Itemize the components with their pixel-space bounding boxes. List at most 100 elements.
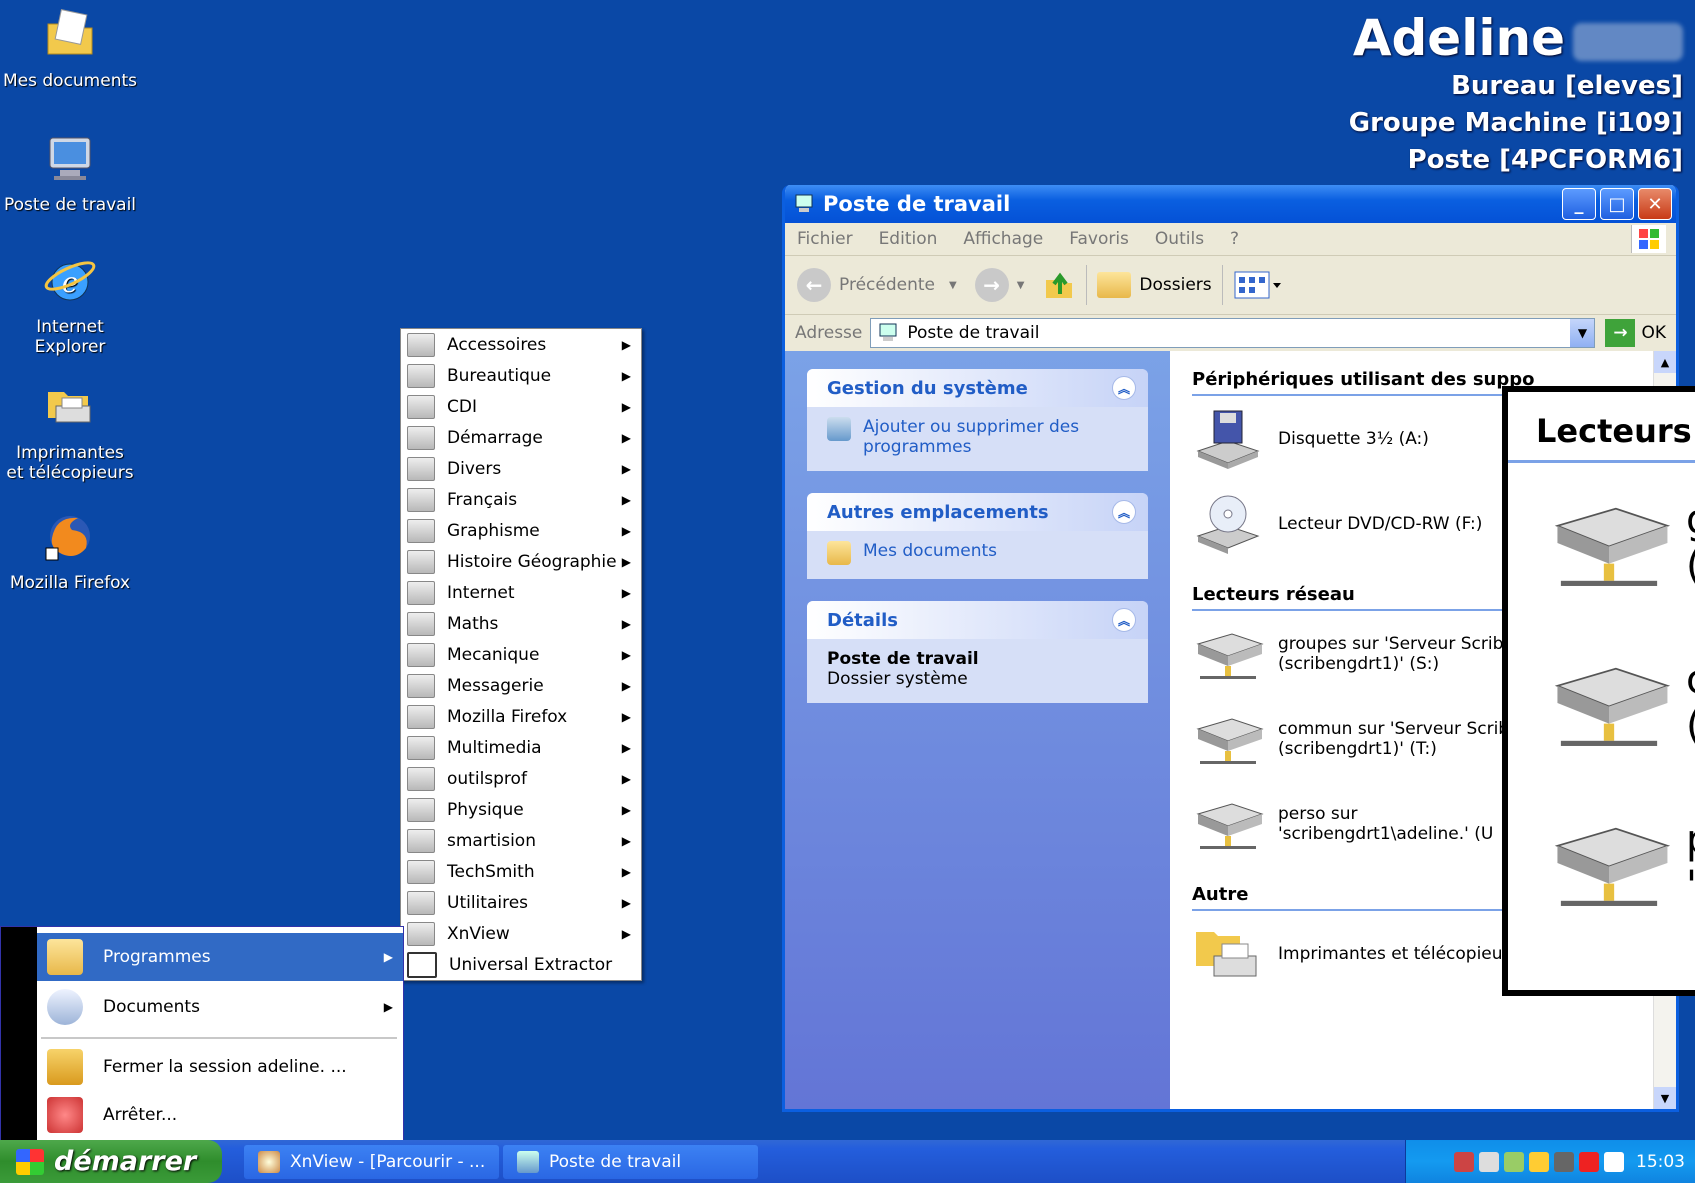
documents-folder-icon	[827, 541, 851, 565]
desktop-icon-mozilla-firefox[interactable]: Mozilla Firefox	[0, 508, 140, 593]
menu-item-divers[interactable]: Divers ▶	[401, 453, 641, 484]
back-arrow-icon[interactable]: ←	[797, 268, 831, 302]
address-input[interactable]: Poste de travail ▼	[870, 318, 1596, 348]
computer-icon	[49, 137, 91, 180]
menu-item-utilitaires[interactable]: Utilitaires ▶	[401, 887, 641, 918]
menu-outils[interactable]: Outils	[1155, 229, 1204, 249]
folders-button[interactable]: Dossiers	[1097, 272, 1212, 298]
start-menu-item-label: Programmes	[103, 947, 211, 967]
mes-documents-link[interactable]: Mes documents	[827, 541, 1128, 565]
start-menu-programs[interactable]: Programmes ▶	[37, 933, 403, 981]
start-menu-shutdown[interactable]: Arrêter...	[37, 1091, 403, 1139]
menu-item-outilsprof[interactable]: outilsprof ▶	[401, 763, 641, 794]
mail-tray-icon[interactable]	[1554, 1151, 1574, 1172]
menu-item-mozilla-firefox[interactable]: Mozilla Firefox ▶	[401, 701, 641, 732]
taskbar-task-xnview[interactable]: XnView - [Parcourir - ...	[244, 1144, 499, 1179]
menu-item-cdi[interactable]: CDI ▶	[401, 391, 641, 422]
network-drive-icon	[1554, 667, 1671, 746]
panel-header[interactable]: Détails ︽	[807, 601, 1148, 639]
app-tray-icon[interactable]	[1604, 1151, 1624, 1172]
submenu-arrow-icon: ▶	[621, 585, 631, 600]
antivirus-tray-icon[interactable]	[1579, 1151, 1599, 1172]
collapse-chevron-icon[interactable]: ︽	[1112, 608, 1136, 632]
start-menu-item-label: Fermer la session adeline. ...	[103, 1057, 347, 1077]
clock[interactable]: 15:03	[1636, 1152, 1685, 1172]
start-menu-documents[interactable]: Documents ▶	[37, 983, 403, 1031]
views-icon[interactable]	[1233, 269, 1283, 301]
details-type: Dossier système	[827, 669, 968, 689]
submenu-arrow-icon: ▶	[621, 554, 631, 569]
network-drive-icon	[1554, 507, 1671, 586]
add-remove-programs-link[interactable]: Ajouter ou supprimer des programmes	[827, 417, 1128, 457]
menu-fichier[interactable]: Fichier	[797, 229, 853, 249]
floppy-drive-icon	[1196, 410, 1260, 469]
address-dropdown-icon[interactable]: ▼	[1570, 319, 1595, 347]
menu-item-techsmith[interactable]: TechSmith ▶	[401, 856, 641, 887]
collapse-chevron-icon[interactable]: ︽	[1112, 376, 1136, 400]
menu-favoris[interactable]: Favoris	[1069, 229, 1129, 249]
scroll-down-icon[interactable]: ▼	[1654, 1087, 1676, 1109]
menu-item-graphisme[interactable]: Graphisme ▶	[401, 515, 641, 546]
menu-item-demarrage[interactable]: Démarrage ▶	[401, 422, 641, 453]
menu-help[interactable]: ?	[1230, 229, 1239, 249]
menu-item-universal-extractor[interactable]: Universal Extractor	[401, 949, 641, 980]
printers-label: Imprimantes et télécopieurs	[1278, 943, 1519, 964]
desktop-icon-poste-de-travail[interactable]: Poste de travail	[0, 130, 140, 215]
window-title: Poste de travail	[823, 192, 1011, 216]
close-button[interactable]: ✕	[1638, 188, 1672, 220]
volume-tray-icon[interactable]	[1479, 1151, 1499, 1172]
forward-arrow-icon[interactable]: →	[974, 268, 1009, 302]
network-drive-label: perso sur	[1278, 803, 1358, 824]
menu-affichage[interactable]: Affichage	[963, 229, 1043, 249]
maximize-button[interactable]: □	[1600, 188, 1634, 220]
panel-header[interactable]: Gestion du système ︽	[807, 369, 1148, 407]
start-menu-separator	[41, 1037, 397, 1039]
menu-item-francais[interactable]: Français ▶	[401, 484, 641, 515]
scroll-up-icon[interactable]: ▲	[1654, 351, 1676, 373]
go-button[interactable]: → OK	[1605, 319, 1666, 347]
forward-dropdown-icon[interactable]: ▼	[1017, 280, 1025, 291]
minimize-button[interactable]: _	[1562, 188, 1596, 220]
back-dropdown-icon[interactable]: ▼	[949, 280, 957, 291]
desktop-icon-imprimantes[interactable]: Imprimantes et télécopieurs	[0, 378, 140, 483]
program-folder-icon	[407, 921, 435, 946]
window-titlebar[interactable]: Poste de travail _ □ ✕	[785, 185, 1676, 223]
menu-item-smartision[interactable]: smartision ▶	[401, 825, 641, 856]
menu-item-xnview[interactable]: XnView ▶	[401, 918, 641, 949]
start-button[interactable]: démarrer	[0, 1140, 222, 1183]
zoom-title: Lecteurs r	[1508, 392, 1695, 463]
menu-item-messagerie[interactable]: Messagerie ▶	[401, 670, 641, 701]
submenu-arrow-icon: ▶	[621, 833, 631, 848]
network-tray-icon[interactable]	[1454, 1151, 1474, 1172]
poste-label: Poste [4PCFORM6]	[1407, 145, 1683, 175]
program-folder-icon	[407, 797, 435, 822]
menu-edition[interactable]: Edition	[879, 229, 938, 249]
tool-tray-icon[interactable]	[1504, 1151, 1524, 1172]
menu-item-histoire-geographie[interactable]: Histoire Géographie ▶	[401, 546, 641, 577]
start-menu-logoff[interactable]: Fermer la session adeline. ...	[37, 1043, 403, 1091]
desktop-icon-mes-documents[interactable]: Mes documents	[0, 6, 140, 91]
submenu-arrow-icon: ▶	[621, 337, 631, 352]
back-button-label[interactable]: Précédente	[839, 275, 935, 295]
up-folder-icon[interactable]	[1042, 268, 1076, 302]
zoom-item: c(	[1508, 623, 1695, 783]
menu-item-label: CDI	[447, 396, 477, 417]
collapse-chevron-icon[interactable]: ︽	[1112, 500, 1136, 524]
menu-item-mecanique[interactable]: Mecanique ▶	[401, 639, 641, 670]
menu-item-physique[interactable]: Physique ▶	[401, 794, 641, 825]
menu-item-accessoires[interactable]: Accessoires ▶	[401, 329, 641, 360]
program-folder-icon	[407, 890, 435, 915]
program-folder-icon	[407, 487, 435, 512]
desktop-icon-internet-explorer[interactable]: e Internet Explorer	[0, 252, 140, 357]
drive-floppy-label: Disquette 3½ (A:)	[1278, 428, 1429, 449]
menu-item-label: Messagerie	[447, 675, 544, 696]
menu-item-multimedia[interactable]: Multimedia ▶	[401, 732, 641, 763]
pen-tray-icon[interactable]	[1529, 1151, 1549, 1172]
taskbar-task-poste-de-travail[interactable]: Poste de travail	[503, 1144, 758, 1179]
desktop-icon-label: Mozilla Firefox	[9, 573, 131, 593]
details-name: Poste de travail	[827, 649, 979, 669]
menu-item-internet[interactable]: Internet ▶	[401, 577, 641, 608]
menu-item-bureautique[interactable]: Bureautique ▶	[401, 360, 641, 391]
menu-item-maths[interactable]: Maths ▶	[401, 608, 641, 639]
panel-header[interactable]: Autres emplacements ︽	[807, 493, 1148, 531]
